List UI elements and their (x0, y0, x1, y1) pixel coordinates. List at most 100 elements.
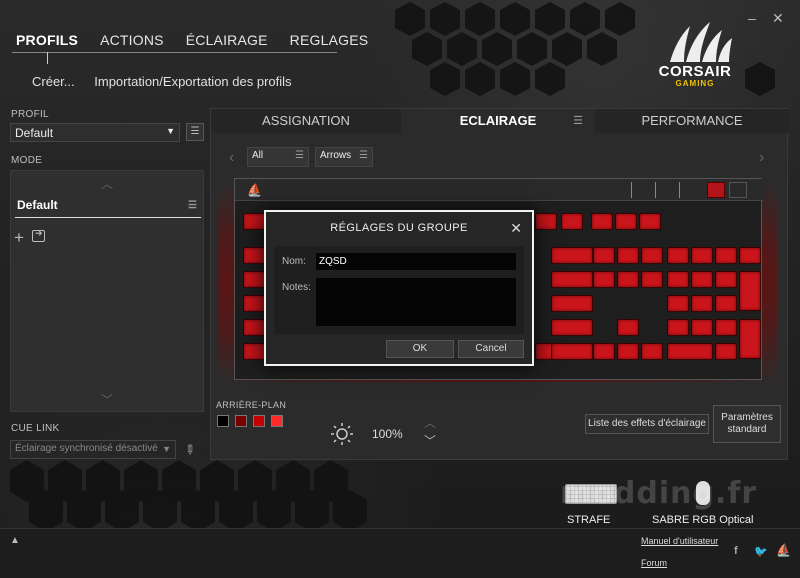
add-mode-icon[interactable]: + (14, 228, 24, 248)
keyboard-key[interactable] (667, 271, 689, 288)
brightness-key[interactable] (729, 182, 747, 198)
scroll-up-icon[interactable]: ︿ (101, 175, 113, 192)
led-indicator (655, 182, 656, 198)
keyboard-key[interactable] (667, 343, 713, 360)
minimize-icon[interactable]: – (748, 10, 756, 26)
keyboard-key[interactable] (715, 271, 737, 288)
keyboard-key[interactable] (591, 213, 613, 230)
next-arrow-icon[interactable]: › (759, 149, 764, 167)
cue-link-select[interactable]: Éclairage synchronisé désactivé ▼ (10, 440, 176, 459)
tab-eclairage-label: ECLAIRAGE (459, 113, 537, 128)
keyboard-key[interactable] (535, 213, 557, 230)
tab-performance[interactable]: PERFORMANCE (595, 109, 789, 133)
close-icon[interactable]: ✕ (510, 220, 522, 237)
group-filter-all[interactable]: All ☰ (247, 147, 309, 167)
effects-list-button[interactable]: Liste des effets d'éclairage (585, 414, 709, 434)
keyboard-key[interactable] (715, 295, 737, 312)
name-input[interactable] (316, 253, 516, 270)
keyboard-key[interactable] (691, 295, 713, 312)
corsair-logo-icon[interactable]: ⛵ (776, 543, 791, 557)
menu-icon[interactable]: ☰ (188, 200, 197, 211)
chevron-down-icon: ▼ (166, 126, 175, 136)
keyboard-key[interactable] (617, 343, 639, 360)
keyboard-key[interactable] (715, 319, 737, 336)
standard-settings-button[interactable]: Paramètres standard (713, 405, 781, 443)
dialog-title: RÉGLAGES DU GROUPE (330, 222, 468, 234)
keyboard-key[interactable] (615, 213, 637, 230)
keyboard-key[interactable] (639, 213, 661, 230)
keyboard-key[interactable] (551, 271, 593, 288)
close-icon[interactable]: ✕ (772, 10, 784, 27)
mode-label: MODE (11, 155, 43, 166)
prev-arrow-icon[interactable]: ‹ (229, 149, 234, 167)
background-label: ARRIÈRE-PLAN (216, 400, 287, 410)
keyboard-key[interactable] (667, 295, 689, 312)
chevron-down-icon: ▼ (162, 444, 171, 454)
keyboard-key[interactable] (715, 343, 737, 360)
profile-select[interactable]: Default ▼ (10, 123, 180, 142)
keyboard-key[interactable] (551, 295, 593, 312)
keyboard-key[interactable] (641, 271, 663, 288)
cue-link-value: Éclairage synchronisé désactivé (15, 443, 158, 454)
keyboard-key[interactable] (739, 247, 761, 264)
keyboard-key[interactable] (551, 319, 593, 336)
keyboard-key[interactable] (691, 271, 713, 288)
nav-actions[interactable]: ACTIONS (96, 30, 168, 54)
keyboard-key[interactable] (617, 247, 639, 264)
color-swatch[interactable] (253, 415, 265, 427)
color-swatch[interactable] (271, 415, 283, 427)
nav-profils[interactable]: PROFILS (12, 30, 82, 54)
keyboard-key[interactable] (667, 247, 689, 264)
keyboard-key[interactable] (593, 271, 615, 288)
keyboard-key[interactable] (551, 247, 593, 264)
keyboard-key[interactable] (739, 271, 761, 311)
menu-icon[interactable]: ☰ (573, 109, 583, 133)
nav-eclairage[interactable]: ÉCLAIRAGE (182, 30, 272, 54)
mouse-device-label[interactable]: SABRE RGB Optical (652, 514, 753, 526)
keyboard-key[interactable] (593, 247, 615, 264)
scroll-down-icon[interactable]: ﹀ (101, 391, 113, 408)
keyboard-key[interactable] (593, 343, 615, 360)
forum-link[interactable]: Forum (641, 558, 667, 568)
keyboard-key[interactable] (667, 319, 689, 336)
brightness-icon[interactable] (330, 422, 354, 446)
facebook-icon[interactable]: f (734, 545, 738, 557)
user-manual-link[interactable]: Manuel d'utilisateur (641, 536, 718, 546)
expand-arrow-icon[interactable]: ▲ (10, 535, 20, 546)
brightness-value: 100% (372, 427, 403, 441)
twitter-icon[interactable]: 🐦 (754, 545, 768, 558)
import-export-link[interactable]: Importation/Exportation des profils (94, 74, 291, 89)
keyboard-key[interactable] (739, 319, 761, 359)
keyboard-key[interactable] (691, 319, 713, 336)
menu-icon: ☰ (359, 150, 368, 161)
nav-reglages[interactable]: REGLAGES (286, 30, 373, 54)
notes-input[interactable] (316, 278, 516, 326)
keyboard-key[interactable] (641, 343, 663, 360)
profile-select-value: Default (15, 126, 54, 140)
keyboard-key[interactable] (617, 271, 639, 288)
import-mode-icon[interactable]: ➜ (32, 228, 45, 242)
tab-assignation[interactable]: ASSIGNATION (211, 109, 401, 133)
keyboard-key[interactable] (715, 247, 737, 264)
keyboard-key[interactable] (641, 247, 663, 264)
cancel-button[interactable]: Cancel (458, 340, 524, 358)
brightness-down-icon[interactable]: ﹀ (424, 432, 436, 449)
logo-sub-text: GAMING (675, 79, 715, 88)
keyboard-key[interactable] (551, 343, 593, 360)
nav-underline (12, 52, 337, 53)
keyboard-key[interactable] (691, 247, 713, 264)
brightness-up-icon[interactable]: ︿ (424, 414, 436, 431)
color-swatch[interactable] (235, 415, 247, 427)
lock-key[interactable] (707, 182, 725, 198)
keyboard-key[interactable] (617, 319, 639, 336)
tab-eclairage[interactable]: ECLAIRAGE ☰ (401, 109, 595, 133)
keyboard-device-label[interactable]: STRAFE (567, 514, 610, 526)
group-filter-arrows[interactable]: Arrows ☰ (315, 147, 373, 167)
keyboard-key[interactable] (561, 213, 583, 230)
keyboard-top-bar: ⛵ (235, 179, 763, 201)
ok-button[interactable]: OK (386, 340, 454, 358)
create-profile-link[interactable]: Créer... (32, 74, 75, 89)
color-swatch[interactable] (217, 415, 229, 427)
mode-list-item[interactable]: Default ☰ (15, 198, 201, 218)
profile-menu-button[interactable]: ☰ (186, 123, 204, 141)
